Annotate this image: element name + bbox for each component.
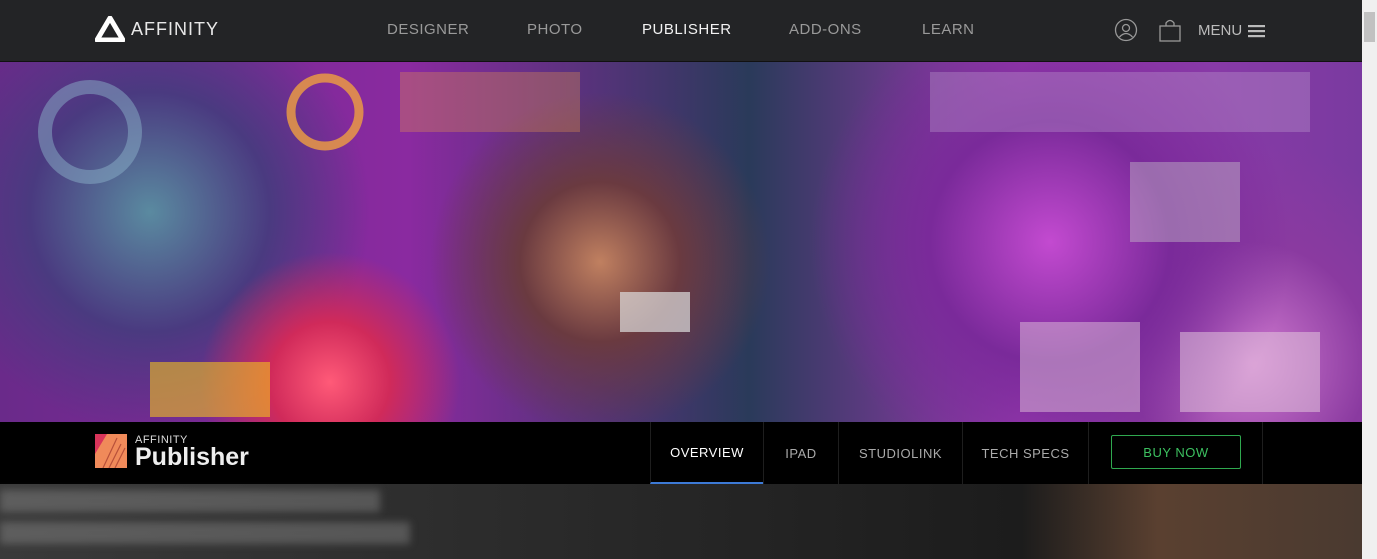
blurred-text (0, 522, 410, 544)
publisher-app-icon (95, 434, 127, 468)
tab-overview[interactable]: OVERVIEW (650, 422, 763, 484)
nav-publisher[interactable]: PUBLISHER (642, 21, 732, 38)
menu-label: MENU (1198, 22, 1243, 39)
collage-shapes (38, 72, 1320, 417)
tab-studiolink[interactable]: STUDIOLINK (838, 422, 962, 484)
blurred-content-section (0, 484, 1362, 559)
cart-bag-icon[interactable] (1158, 18, 1182, 47)
scrollbar[interactable] (1362, 0, 1377, 559)
top-navigation: AFFINITY DESIGNER PHOTO PUBLISHER ADD-ON… (0, 0, 1362, 62)
nav-add-ons[interactable]: ADD-ONS (789, 21, 862, 38)
nav-learn[interactable]: LEARN (922, 21, 975, 38)
publisher-logo[interactable]: AFFINITY Publisher (95, 434, 249, 471)
buy-now-button[interactable]: BUY NOW (1111, 435, 1241, 469)
hero-collage-image (0, 62, 1362, 422)
scrollbar-thumb[interactable] (1364, 12, 1375, 42)
account-icon[interactable] (1114, 18, 1138, 47)
product-subnav: AFFINITY Publisher OVERVIEW IPAD STUDIOL… (0, 422, 1362, 484)
blurred-text (0, 490, 380, 512)
nav-photo[interactable]: PHOTO (527, 21, 583, 38)
tab-tech-specs[interactable]: TECH SPECS (962, 422, 1089, 484)
product-name: Publisher (135, 443, 249, 471)
divider (1262, 422, 1263, 484)
affinity-triangle-icon (95, 16, 125, 42)
hamburger-icon (1248, 24, 1266, 37)
menu-button[interactable]: MENU (1198, 22, 1266, 39)
affinity-logo[interactable]: AFFINITY (95, 16, 219, 42)
tab-ipad[interactable]: IPAD (763, 422, 838, 484)
nav-designer[interactable]: DESIGNER (387, 21, 469, 38)
brand-name: AFFINITY (131, 18, 219, 39)
